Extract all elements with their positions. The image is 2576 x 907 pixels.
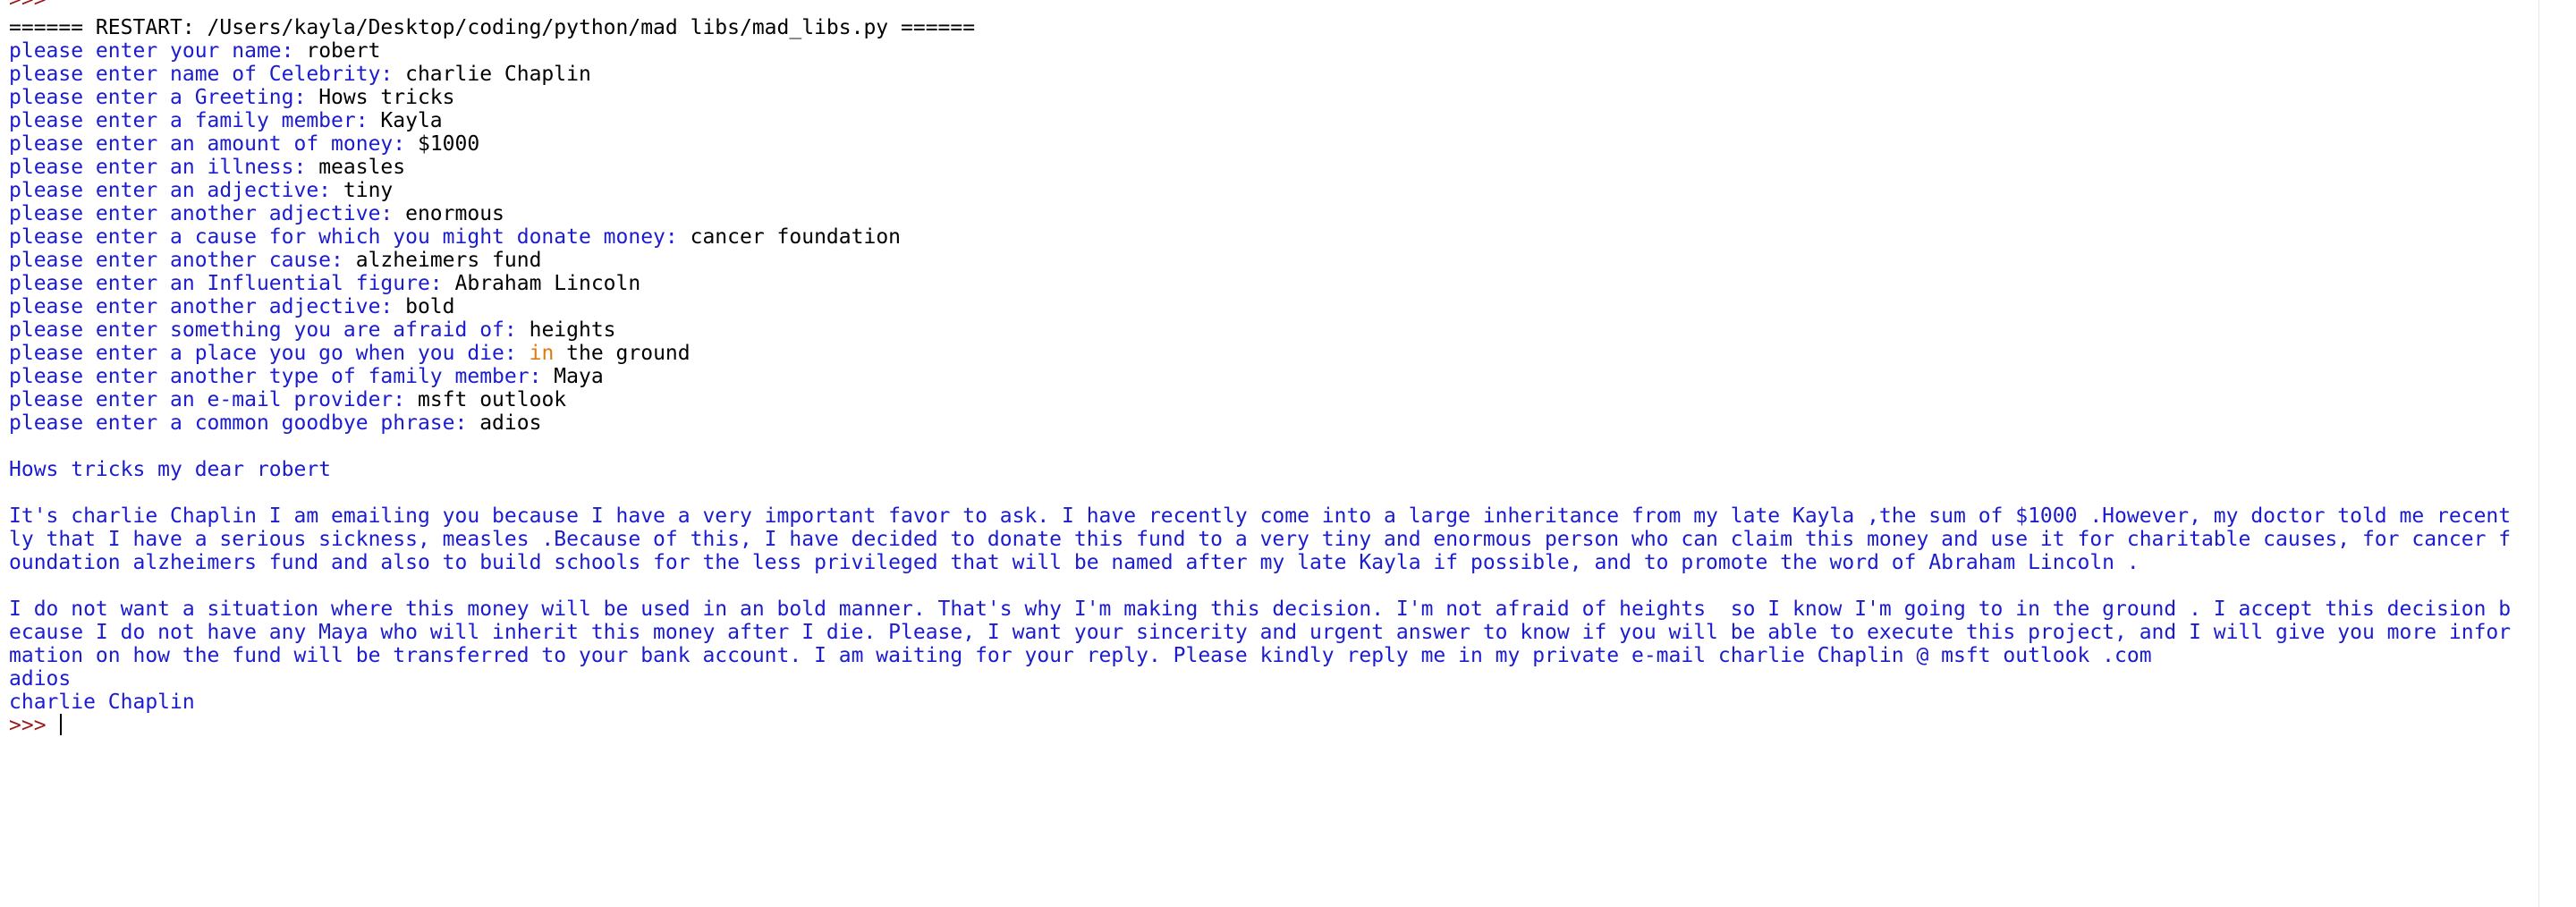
input-prompt: please enter a place you go when you die… <box>9 342 530 365</box>
user-answer: Kayla <box>380 109 443 132</box>
greeting-output: Hows tricks my dear robert <box>9 458 332 481</box>
input-line: please enter a place you go when you die… <box>9 342 691 365</box>
user-answer: the ground <box>554 342 691 365</box>
user-answer: Abraham Lincoln <box>454 272 641 295</box>
input-line: please enter your name: robert <box>9 39 380 63</box>
user-answer: Hows tricks <box>318 86 455 109</box>
input-line: please enter another cause: alzheimers f… <box>9 249 541 272</box>
letter-signature: charlie Chaplin <box>9 691 195 714</box>
python-shell-output[interactable]: >>> ====== RESTART: /Users/kayla/Desktop… <box>0 0 2538 907</box>
input-prompt: please enter an amount of money: <box>9 132 418 156</box>
input-line: please enter a common goodbye phrase: ad… <box>9 411 541 435</box>
input-line: please enter an amount of money: $1000 <box>9 132 479 156</box>
letter-paragraph-line: ly that I have a serious sickness, measl… <box>9 528 2512 551</box>
input-line: please enter an illness: measles <box>9 156 405 179</box>
keyword-highlight: in <box>529 342 555 365</box>
input-line: please enter another adjective: enormous <box>9 202 504 225</box>
user-answer: tiny <box>343 179 394 202</box>
shell-prompt: >>> <box>9 714 59 737</box>
user-answer: charlie Chaplin <box>405 63 591 86</box>
input-prompt: please enter a common goodbye phrase: <box>9 411 480 435</box>
input-prompt: please enter an illness: <box>9 156 319 179</box>
shell-input-line[interactable]: >>> <box>9 714 63 737</box>
input-line: please enter another type of family memb… <box>9 365 604 388</box>
input-prompt: please enter an adjective: <box>9 179 343 202</box>
input-line: please enter an adjective: tiny <box>9 179 393 202</box>
text-cursor <box>60 714 63 735</box>
vertical-scrollbar[interactable] <box>2538 0 2576 907</box>
letter-paragraph-line: I do not want a situation where this mon… <box>9 598 2512 621</box>
input-line: please enter a cause for which you might… <box>9 225 901 249</box>
restart-banner: ====== RESTART: /Users/kayla/Desktop/cod… <box>9 16 976 39</box>
user-answer: robert <box>306 39 381 63</box>
letter-paragraph-line: ecause I do not have any Maya who will i… <box>9 621 2512 644</box>
input-prompt: please enter something you are afraid of… <box>9 318 530 342</box>
user-answer: $1000 <box>417 132 480 156</box>
input-prompt: please enter a cause for which you might… <box>9 225 691 249</box>
input-prompt: please enter an e-mail provider: <box>9 388 418 411</box>
input-prompt: please enter another adjective: <box>9 295 406 318</box>
input-prompt: please enter an Influential figure: <box>9 272 455 295</box>
user-answer: bold <box>405 295 455 318</box>
letter-paragraph-line: mation on how the fund will be transferr… <box>9 644 2152 667</box>
input-prompt: please enter your name: <box>9 39 307 63</box>
input-line: please enter a family member: Kayla <box>9 109 443 132</box>
user-answer: cancer foundation <box>690 225 902 249</box>
input-line: please enter an e-mail provider: msft ou… <box>9 388 566 411</box>
letter-paragraph-line: It's charlie Chaplin I am emailing you b… <box>9 504 2512 528</box>
input-prompt: please enter another adjective: <box>9 202 406 225</box>
user-answer: msft outlook <box>417 388 567 411</box>
input-line: please enter a Greeting: Hows tricks <box>9 86 455 109</box>
input-prompt: please enter another type of family memb… <box>9 365 555 388</box>
input-line: please enter an Influential figure: Abra… <box>9 272 640 295</box>
letter-signoff: adios <box>9 667 72 691</box>
input-prompt: please enter another cause: <box>9 249 356 272</box>
shell-prompt-previous: >>> <box>9 0 47 12</box>
user-answer: Maya <box>554 365 604 388</box>
input-line: please enter name of Celebrity: charlie … <box>9 63 591 86</box>
input-line: please enter another adjective: bold <box>9 295 455 318</box>
input-prompt: please enter a Greeting: <box>9 86 319 109</box>
user-answer: measles <box>318 156 406 179</box>
user-answer: adios <box>479 411 542 435</box>
user-answer: heights <box>529 318 616 342</box>
user-answer: alzheimers fund <box>355 249 542 272</box>
input-line: please enter something you are afraid of… <box>9 318 616 342</box>
input-prompt: please enter a family member: <box>9 109 381 132</box>
letter-paragraph-line: oundation alzheimers fund and also to bu… <box>9 551 2140 574</box>
user-answer: enormous <box>405 202 504 225</box>
input-prompt: please enter name of Celebrity: <box>9 63 406 86</box>
